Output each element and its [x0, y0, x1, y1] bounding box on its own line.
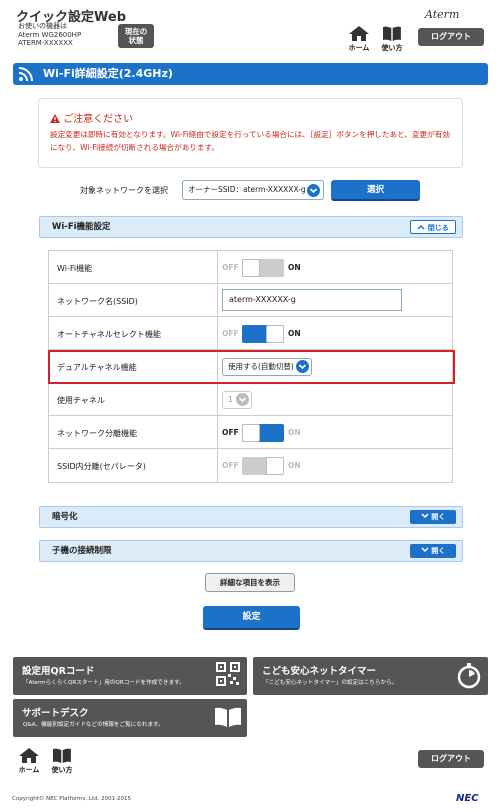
switch-on-label: ON — [288, 329, 301, 338]
kids-net-timer-tile[interactable]: こども安心ネットタイマー 「こども安心ネットタイマー」の設定はこちらから。 — [253, 657, 488, 695]
chevron-up-icon — [417, 224, 425, 230]
device-info: お使いの機器は Aterm WG2600HP ATERM-XXXXXX — [18, 22, 81, 48]
auto-channel-switch[interactable]: OFF ON — [222, 325, 322, 343]
support-tile-title: サポートデスク — [22, 708, 89, 719]
apply-button[interactable]: 設定 — [203, 606, 300, 630]
ssid-separator-switch[interactable]: OFF ON — [222, 457, 322, 475]
ssid-label: ネットワーク名(SSID) — [57, 297, 138, 306]
switch-off-label: OFF — [222, 461, 239, 470]
notice-body: 設定変更は即時に有効となります。Wi-Fi経由で設定を行っている場合には、［設定… — [50, 130, 450, 152]
select-network-button[interactable]: 選択 — [331, 180, 420, 201]
expand-label: 開く — [431, 547, 446, 555]
current-status-button[interactable]: 現在の 状態 — [118, 24, 154, 48]
expand-button[interactable]: 開く — [410, 510, 456, 524]
channel-value: 1 — [228, 395, 233, 404]
status-line-1: 現在の — [124, 27, 148, 36]
encryption-title: 暗号化 — [52, 512, 78, 522]
device-caption: お使いの機器は — [18, 22, 67, 30]
chevron-down-icon — [421, 547, 429, 553]
ssid-input[interactable]: aterm-XXXXXX-g — [222, 289, 402, 311]
page-title: Wi-Fi詳細設定(2.4GHz) — [13, 63, 488, 85]
timer-tile-title: こども安心ネットタイマー — [262, 666, 377, 677]
switch-on-label: ON — [288, 428, 301, 437]
qr-code-icon — [216, 662, 240, 686]
show-details-button[interactable]: 詳細な項目を表示 — [205, 573, 295, 592]
home-nav[interactable]: ホーム — [347, 26, 371, 53]
auto-channel-label: オートチャネルセレクト機能 — [57, 330, 161, 339]
wifi-function-label: Wi-Fi機能 — [57, 264, 93, 273]
network-select-value: オーナーSSID：aterm-XXXXXX-g — [188, 185, 306, 194]
table-row: 使用チャネル 1 — [49, 383, 452, 416]
chevron-down-icon — [421, 513, 429, 519]
collapse-label: 閉じる — [427, 224, 449, 232]
table-row: Wi-Fi機能 OFF ON — [49, 251, 452, 284]
connection-restriction-header[interactable]: 子機の接続制限 開く — [39, 540, 463, 562]
help-label: 使い方 — [381, 44, 403, 52]
warning-icon — [50, 114, 60, 123]
timer-tile-desc: 「こども安心ネットタイマー」の設定はこちらから。 — [263, 680, 398, 686]
footer-home-label: ホーム — [18, 766, 40, 774]
status-line-2: 状態 — [128, 36, 144, 45]
channel-label: 使用チャネル — [57, 396, 105, 405]
switch-off-label: OFF — [222, 263, 239, 272]
notice-title-text: ご注意ください — [63, 114, 134, 125]
table-row: ネットワーク分離機能 OFF ON — [49, 416, 452, 449]
network-select-label: 対象ネットワークを選択 — [80, 186, 168, 195]
footer-help-label: 使い方 — [51, 766, 73, 774]
support-desk-tile[interactable]: サポートデスク Q&A、機能別設定ガイドなどの情報をご覧になれます。 — [13, 699, 247, 737]
chevron-down-icon — [307, 184, 320, 197]
switch-off-label: OFF — [222, 329, 239, 338]
home-label: ホーム — [348, 44, 370, 52]
network-isolation-label: ネットワーク分離機能 — [57, 429, 137, 438]
qr-code-tile[interactable]: 設定用QRコード 「AtermらくらくQRスタート」用のQRコードを作成できます… — [13, 657, 247, 695]
ssid-separator-label: SSID内分離(セパレータ) — [57, 462, 146, 471]
expand-label: 開く — [431, 513, 446, 521]
device-model: Aterm WG2600HP — [18, 30, 82, 39]
wifi-function-switch[interactable]: OFF ON — [222, 259, 322, 277]
network-select[interactable]: オーナーSSID：aterm-XXXXXX-g — [182, 180, 324, 200]
table-row: ネットワーク名(SSID) aterm-XXXXXX-g — [49, 284, 452, 317]
help-nav[interactable]: 使い方 — [380, 26, 404, 53]
stopwatch-icon — [457, 663, 481, 689]
book-icon — [53, 748, 71, 763]
footer-home-nav[interactable]: ホーム — [17, 748, 41, 775]
connection-restriction-title: 子機の接続制限 — [52, 546, 112, 556]
switch-on-label: ON — [288, 263, 301, 272]
brand-logo: Aterm — [425, 8, 460, 21]
nec-logo: NEC — [456, 793, 479, 804]
collapse-button[interactable]: 閉じる — [410, 220, 456, 234]
table-row: オートチャネルセレクト機能 OFF ON — [49, 317, 452, 350]
device-name: ATERM-XXXXXX — [18, 39, 73, 47]
book-icon — [215, 707, 241, 727]
network-isolation-switch[interactable]: OFF ON — [222, 424, 322, 442]
wifi-icon — [19, 67, 33, 81]
switch-on-label: ON — [288, 461, 301, 470]
encryption-header[interactable]: 暗号化 開く — [39, 506, 463, 528]
book-icon — [383, 26, 401, 41]
copyright: Copyright© NEC Platforms, Ltd. 2001-2015 — [12, 796, 132, 802]
expand-button[interactable]: 開く — [410, 544, 456, 558]
dual-channel-highlight — [48, 350, 455, 384]
switch-off-label: OFF — [222, 428, 239, 437]
support-tile-desc: Q&A、機能別設定ガイドなどの情報をご覧になれます。 — [23, 722, 164, 728]
footer-logout-button[interactable]: ログアウト — [418, 750, 484, 768]
notice-title: ご注意ください — [50, 110, 133, 125]
home-icon — [349, 26, 369, 41]
logout-button[interactable]: ログアウト — [418, 28, 484, 46]
qr-tile-title: 設定用QRコード — [22, 666, 95, 677]
wifi-settings-title: Wi-Fi機能設定 — [52, 222, 111, 232]
channel-select[interactable]: 1 — [222, 391, 252, 409]
footer-help-nav[interactable]: 使い方 — [50, 748, 74, 775]
home-icon — [19, 748, 39, 763]
table-row: SSID内分離(セパレータ) OFF ON — [49, 449, 452, 482]
chevron-down-icon — [236, 393, 249, 406]
qr-tile-desc: 「AtermらくらくQRスタート」用のQRコードを作成できます。 — [23, 680, 185, 686]
wifi-settings-header: Wi-Fi機能設定 閉じる — [39, 216, 463, 238]
